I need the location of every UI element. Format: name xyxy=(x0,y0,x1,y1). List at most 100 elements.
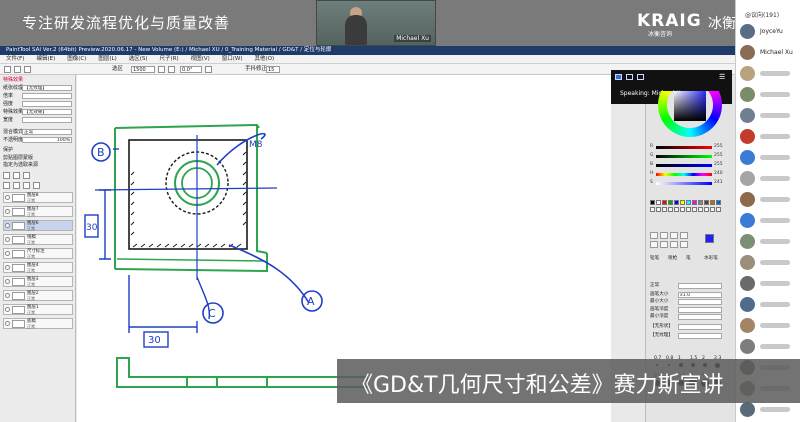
deselect-icon[interactable] xyxy=(24,66,31,73)
menu-item-2[interactable]: 图像(C) xyxy=(61,56,92,62)
window-icon[interactable] xyxy=(626,74,633,80)
chat-icon[interactable] xyxy=(637,74,644,80)
member-item[interactable] xyxy=(736,211,800,233)
color-wheel[interactable] xyxy=(655,91,725,139)
empty-swatch[interactable] xyxy=(656,207,661,212)
menu-item-1[interactable]: 编辑(E) xyxy=(30,56,61,62)
member-item[interactable] xyxy=(736,400,800,422)
slider-track[interactable] xyxy=(656,173,712,176)
layer-item[interactable]: 图层2 正常 xyxy=(3,290,73,301)
visibility-eye-icon[interactable] xyxy=(5,237,10,242)
clear-layer-icon[interactable] xyxy=(23,182,30,189)
layer-item[interactable]: 图层4 正常 xyxy=(3,262,73,273)
shape-field[interactable] xyxy=(678,324,722,330)
member-item[interactable] xyxy=(736,64,800,86)
zoom-field[interactable]: 1500 xyxy=(131,66,155,73)
effect-select[interactable]: 【无效果】 xyxy=(22,109,72,115)
member-item[interactable] xyxy=(736,169,800,191)
member-item[interactable] xyxy=(736,106,800,128)
color-swatch[interactable] xyxy=(680,200,685,205)
visibility-eye-icon[interactable] xyxy=(5,195,10,200)
layer-item[interactable]: 图层6 正常 xyxy=(3,220,73,231)
slider-track[interactable] xyxy=(656,182,712,185)
new-layer-icon[interactable] xyxy=(3,172,10,179)
color-swatch[interactable] xyxy=(662,200,667,205)
color-slider[interactable]: B 255 xyxy=(650,162,725,168)
move-tool-icon[interactable] xyxy=(680,232,688,239)
share-icon[interactable] xyxy=(615,74,622,80)
layer-item[interactable]: 尺寸标注 正常 xyxy=(3,248,73,259)
visibility-eye-icon[interactable] xyxy=(5,223,10,228)
empty-swatch[interactable] xyxy=(680,207,685,212)
visibility-eye-icon[interactable] xyxy=(5,279,10,284)
lasso-tool-icon[interactable] xyxy=(660,232,668,239)
member-item[interactable] xyxy=(736,274,800,296)
density-field[interactable] xyxy=(678,307,722,313)
layer-item[interactable]: 底稿 正常 xyxy=(3,318,73,329)
copy-layer-icon[interactable] xyxy=(3,182,10,189)
angle-field[interactable]: 0.0° xyxy=(180,66,202,73)
layer-item[interactable]: 图层7 正常 xyxy=(3,206,73,217)
brush-tab[interactable]: 水彩笔 xyxy=(704,256,718,262)
empty-swatch[interactable] xyxy=(698,207,703,212)
empty-swatch[interactable] xyxy=(710,207,715,212)
menu-item-3[interactable]: 图层(L) xyxy=(92,56,122,62)
hand-tool-icon[interactable] xyxy=(670,241,678,248)
ref-checkbox[interactable]: 指定为选取来源 xyxy=(3,162,38,168)
zoom-tool-icon[interactable] xyxy=(650,241,658,248)
strength-slider[interactable] xyxy=(22,101,72,107)
clip-checkbox[interactable]: 剪贴图层蒙版 xyxy=(3,155,33,161)
color-swatch[interactable] xyxy=(650,200,655,205)
width-slider[interactable] xyxy=(22,117,72,123)
member-item[interactable] xyxy=(736,148,800,170)
scale-slider[interactable] xyxy=(22,93,72,99)
texture-field[interactable] xyxy=(678,333,722,339)
empty-swatch[interactable] xyxy=(674,207,679,212)
new-linework-icon[interactable] xyxy=(13,172,20,179)
visibility-eye-icon[interactable] xyxy=(5,321,10,326)
empty-swatch[interactable] xyxy=(662,207,667,212)
member-item[interactable] xyxy=(736,253,800,275)
member-item[interactable] xyxy=(736,85,800,107)
color-swatch[interactable] xyxy=(686,200,691,205)
brush-tab[interactable]: 笔 xyxy=(686,256,691,262)
merge-layer-icon[interactable] xyxy=(13,182,20,189)
min-size-field[interactable] xyxy=(678,299,722,305)
rotate-icon[interactable] xyxy=(205,66,212,73)
menu-icon[interactable]: ☰ xyxy=(719,74,726,81)
select-tool-icon[interactable] xyxy=(650,232,658,239)
slider-track[interactable] xyxy=(656,164,712,167)
empty-swatch[interactable] xyxy=(692,207,697,212)
blend-select[interactable]: 正常 xyxy=(22,129,72,135)
color-swatch[interactable] xyxy=(704,200,709,205)
color-slider[interactable]: R 255 xyxy=(650,144,725,150)
empty-swatch[interactable] xyxy=(650,207,655,212)
visibility-eye-icon[interactable] xyxy=(5,265,10,270)
menu-item-8[interactable]: 其他(O) xyxy=(248,56,280,62)
layer-item[interactable]: 图层8 正常 xyxy=(3,192,73,203)
rotate-tool-icon[interactable] xyxy=(660,241,668,248)
layer-item[interactable]: 图层3 正常 xyxy=(3,276,73,287)
color-slider[interactable]: S 241 xyxy=(650,180,725,186)
size-field[interactable]: x1.0 xyxy=(678,292,722,298)
menu-item-0[interactable]: 文件(F) xyxy=(0,56,30,62)
color-swatch[interactable] xyxy=(710,200,715,205)
menu-item-4[interactable]: 选区(S) xyxy=(123,56,154,62)
member-item[interactable] xyxy=(736,127,800,149)
brush-tab[interactable]: 铅笔 xyxy=(650,256,659,262)
color-swatch[interactable] xyxy=(674,200,679,205)
speaker-video-thumbnail[interactable]: Michael Xu xyxy=(316,0,436,46)
visibility-eye-icon[interactable] xyxy=(5,293,10,298)
member-item[interactable] xyxy=(736,337,800,359)
brush-tab[interactable]: 喷枪 xyxy=(668,256,677,262)
member-item[interactable]: JoyceYu xyxy=(736,22,800,44)
member-item[interactable] xyxy=(736,316,800,338)
color-swatch[interactable] xyxy=(656,200,661,205)
empty-swatch[interactable] xyxy=(704,207,709,212)
empty-swatch[interactable] xyxy=(686,207,691,212)
eyedropper-icon[interactable] xyxy=(680,241,688,248)
empty-swatch[interactable] xyxy=(668,207,673,212)
empty-swatch[interactable] xyxy=(716,207,721,212)
color-swatch[interactable] xyxy=(668,200,673,205)
color-slider[interactable]: G 255 xyxy=(650,153,725,159)
